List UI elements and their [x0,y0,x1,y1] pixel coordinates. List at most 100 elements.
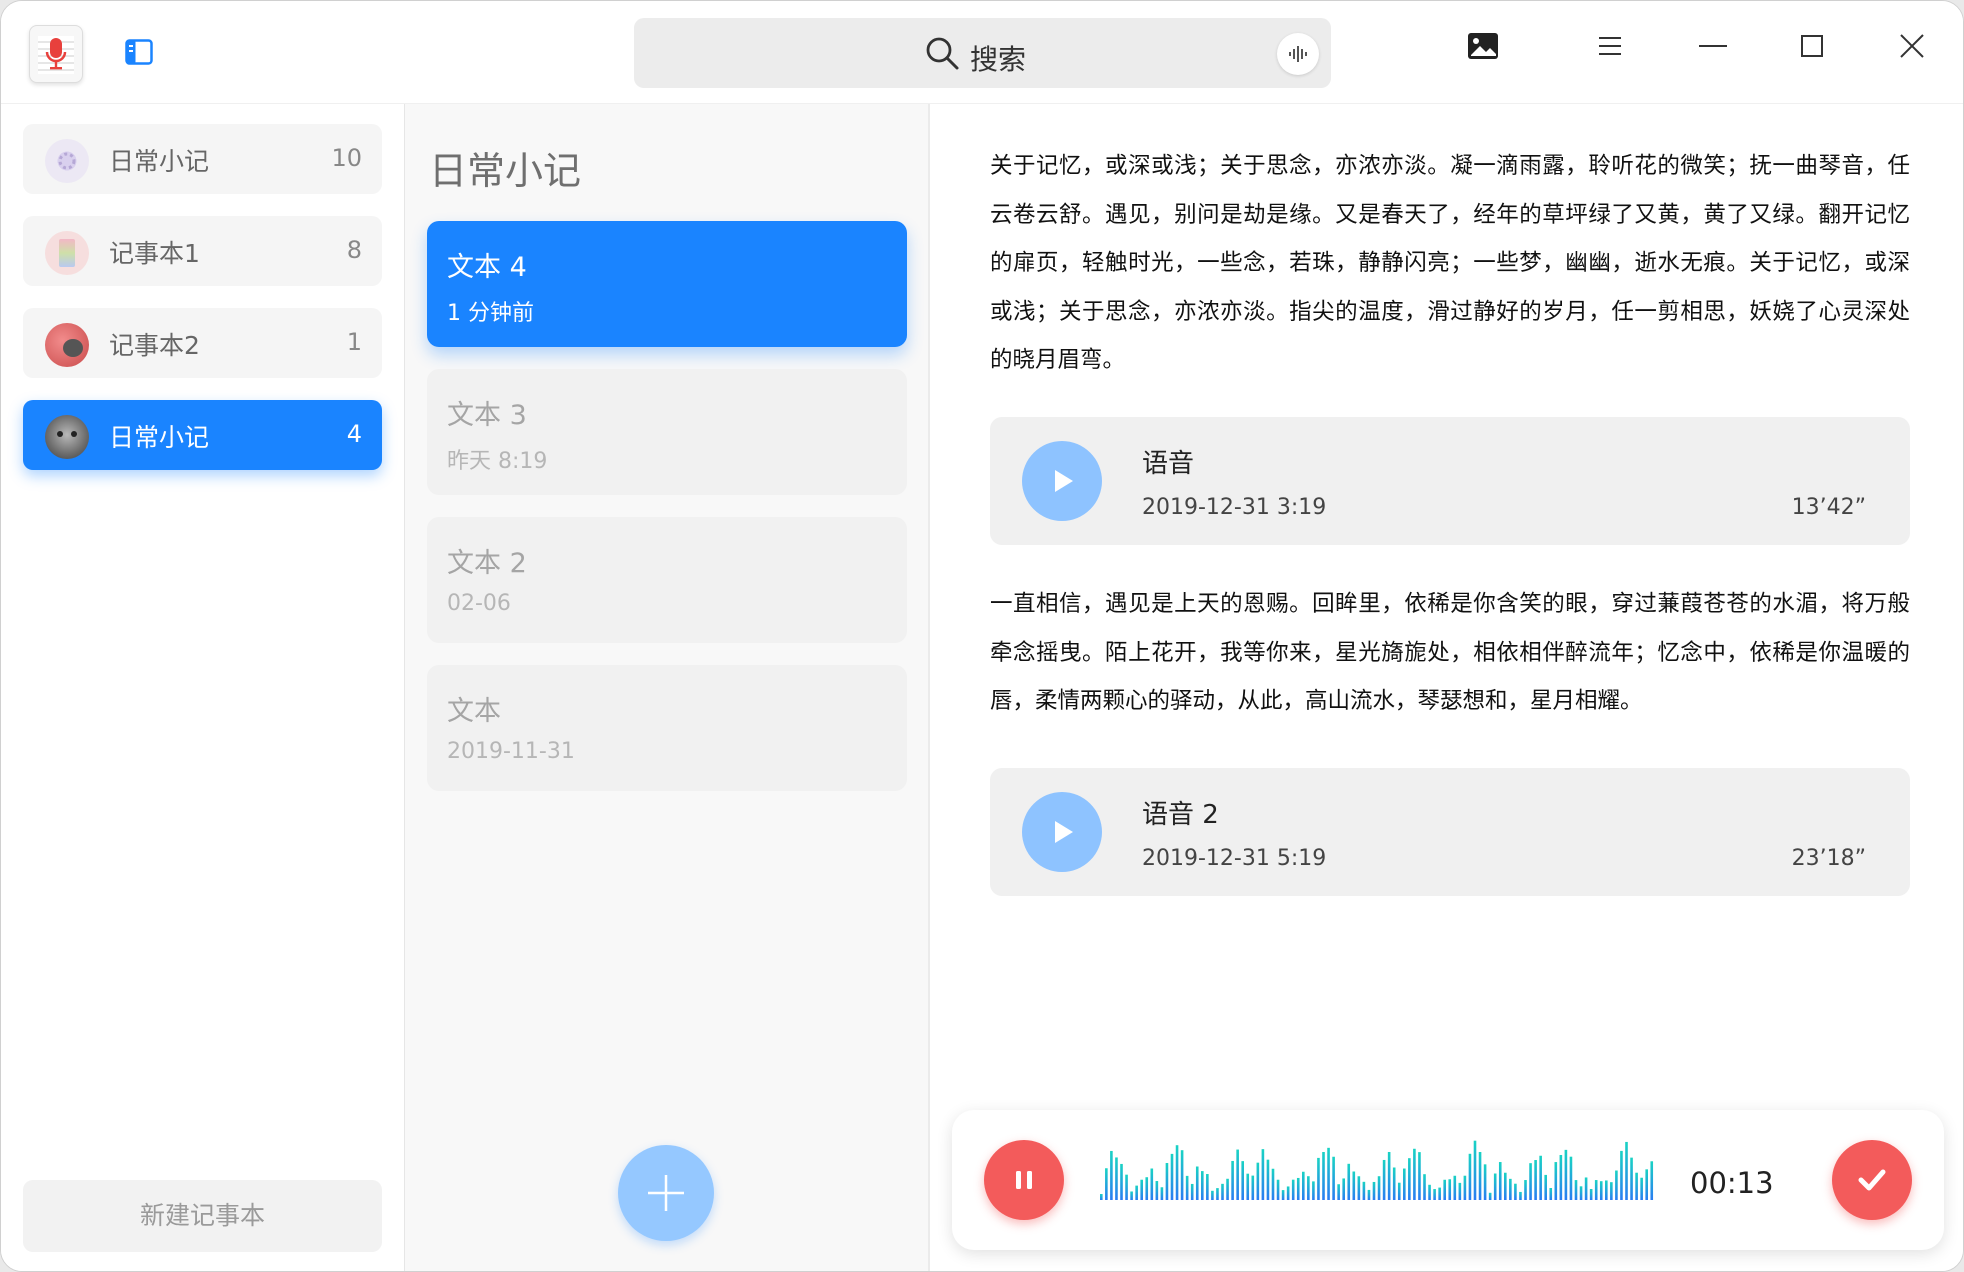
waveform-bar [1519,1191,1522,1200]
waveform-bar [1115,1157,1118,1200]
waveform-bar [1423,1174,1426,1200]
waveform-bar [1195,1166,1199,1200]
waveform-bar [1488,1192,1492,1200]
waveform-bar [1544,1174,1547,1200]
title-bar: 搜索 [1,1,1963,104]
waveform-bar [1337,1184,1340,1200]
notebook-item-selected[interactable]: 日常小记 4 [23,400,382,470]
insert-image-button[interactable] [1467,31,1507,71]
waveform-bar [1125,1174,1128,1200]
finish-recording-button[interactable] [1832,1140,1912,1220]
waveform-bar [1246,1173,1250,1200]
sidebar-toggle-icon[interactable] [125,39,153,65]
voice-note-card[interactable]: 语音 2019-12-31 3:19 13’42” [990,417,1910,545]
main-menu-button[interactable] [1595,31,1635,71]
waveform-bar [1251,1175,1255,1200]
waveform-bar [1509,1178,1512,1200]
notebook-item[interactable]: 记事本1 8 [23,216,382,286]
waveform-bar [1357,1176,1361,1200]
search-box[interactable]: 搜索 [634,18,1331,88]
waveform-bar [1190,1183,1194,1200]
note-item[interactable]: 文本 3 昨天 8:19 [427,369,907,495]
notebook-item[interactable]: 日常小记 10 [23,124,382,194]
waveform-bar [1468,1153,1472,1200]
notebook-name: 记事本1 [109,239,200,268]
waveform-bar [1317,1157,1320,1200]
notebook-count: 1 [346,328,362,356]
waveform-bar [1483,1164,1487,1200]
note-paragraph[interactable]: 关于记忆，或深或浅；关于思念，亦浓亦淡。凝一滴雨露，聆听花的微笑；抚一曲琴音，任… [990,142,1910,385]
waveform-bar [1266,1159,1270,1200]
pause-icon [1016,1171,1032,1189]
add-note-button[interactable] [618,1145,714,1241]
voice-duration: 23’18” [1791,846,1866,871]
waveform-bar [1105,1168,1108,1200]
minimize-icon [1699,45,1727,47]
waveform-bar [1206,1174,1209,1200]
note-date: 02-06 [447,591,511,616]
waveform-bar [1564,1149,1568,1200]
waveform-bar [1397,1182,1401,1200]
voice-note-card[interactable]: 语音 2 2019-12-31 5:19 23’18” [990,768,1910,896]
note-item-selected[interactable]: 文本 4 1 分钟前 [427,221,907,347]
waveform-bar [1625,1141,1628,1200]
waveform-bar [1160,1187,1164,1200]
new-notebook-button[interactable]: 新建记事本 [23,1180,382,1252]
waveform-bar [1221,1183,1224,1200]
waveform-bar [1594,1180,1598,1200]
waveform-bar [1155,1181,1159,1200]
waveform-bar [1352,1171,1356,1200]
note-item[interactable]: 文本 2 02-06 [427,517,907,643]
waveform-bar [1630,1157,1633,1200]
waveform-bar [1110,1150,1113,1200]
close-icon [1900,34,1924,58]
waveform-bar [1281,1190,1285,1200]
voice-search-button[interactable] [1277,33,1319,75]
notebook-item[interactable]: 记事本2 1 [23,308,382,378]
play-button[interactable] [1022,441,1102,521]
waveform-bar [1579,1186,1583,1200]
waveform-bar [1261,1149,1265,1200]
waveform-bar [1539,1155,1542,1200]
menu-icon [1599,37,1621,55]
waveform-bar [1372,1181,1376,1200]
waveform-bar [1296,1177,1300,1200]
close-button[interactable] [1897,31,1937,71]
notebook-avatar [45,231,89,275]
maximize-button[interactable] [1797,31,1837,71]
waveform-bar [1524,1180,1527,1200]
waveform-bar [1549,1187,1553,1200]
note-editor: 关于记忆，或深或浅；关于思念，亦浓亦淡。凝一滴雨露，聆听花的微笑；抚一曲琴音，任… [930,104,1963,1271]
waveform-bar [1170,1153,1174,1200]
note-paragraph[interactable]: 一直相信，遇见是上天的恩赐。回眸里，依稀是你含笑的眼，穿过蒹葭苍苍的水湄，将万般… [990,580,1910,726]
pause-recording-button[interactable] [984,1140,1064,1220]
voice-notes-app-icon [29,25,83,83]
waveform-bar [1559,1154,1563,1200]
waveform-bar [1256,1162,1260,1200]
voice-title: 语音 [1142,449,1195,479]
waveform-bar [1130,1191,1133,1200]
app-window: 搜索 日常小记 10 记事本1 8 记事本2 1 日常小记 4 新建记事本 日常… [0,0,1964,1272]
waveform-bar [1635,1172,1638,1200]
play-button[interactable] [1022,792,1102,872]
search-icon [926,37,959,70]
note-item[interactable]: 文本 2019-11-31 [427,665,907,791]
voice-duration: 13’42” [1791,495,1866,520]
minimize-button[interactable] [1697,31,1737,71]
waveform-bar [1584,1177,1588,1200]
waveform-bar [1448,1179,1452,1200]
waveform-bar [1478,1152,1482,1200]
waveform-bar [1145,1177,1149,1200]
notebook-count: 10 [331,144,362,172]
waveform-bar [1211,1190,1214,1200]
waveform-bar [1216,1188,1219,1200]
note-title: 文本 2 [447,548,527,579]
waveform-bar [1291,1179,1295,1200]
play-icon [1055,821,1073,843]
waveform-bar [1347,1163,1351,1200]
waveform-bar [1418,1152,1421,1200]
notebook-count: 8 [346,236,362,264]
checkmark-icon [1858,1169,1886,1191]
notebook-avatar [45,415,89,459]
voice-title: 语音 2 [1142,800,1219,830]
